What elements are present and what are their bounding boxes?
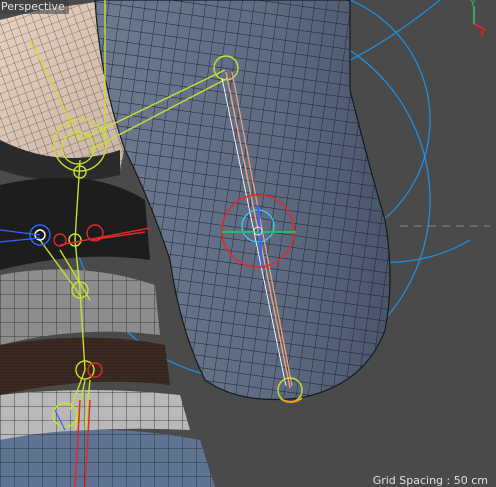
grid-spacing-readout: Grid Spacing : 50 cm — [372, 474, 488, 487]
3d-viewport[interactable]: Y X Perspective Grid Spacing : 50 cm — [0, 0, 496, 487]
view-name-label[interactable]: Perspective — [0, 0, 69, 14]
viewport-scene[interactable]: Y X — [0, 0, 496, 487]
legs-mesh[interactable] — [0, 430, 215, 487]
axis-x-label: X — [479, 30, 485, 40]
axis-gizmo-icon[interactable]: Y X — [469, 0, 487, 40]
axis-y-label: Y — [469, 0, 476, 9]
